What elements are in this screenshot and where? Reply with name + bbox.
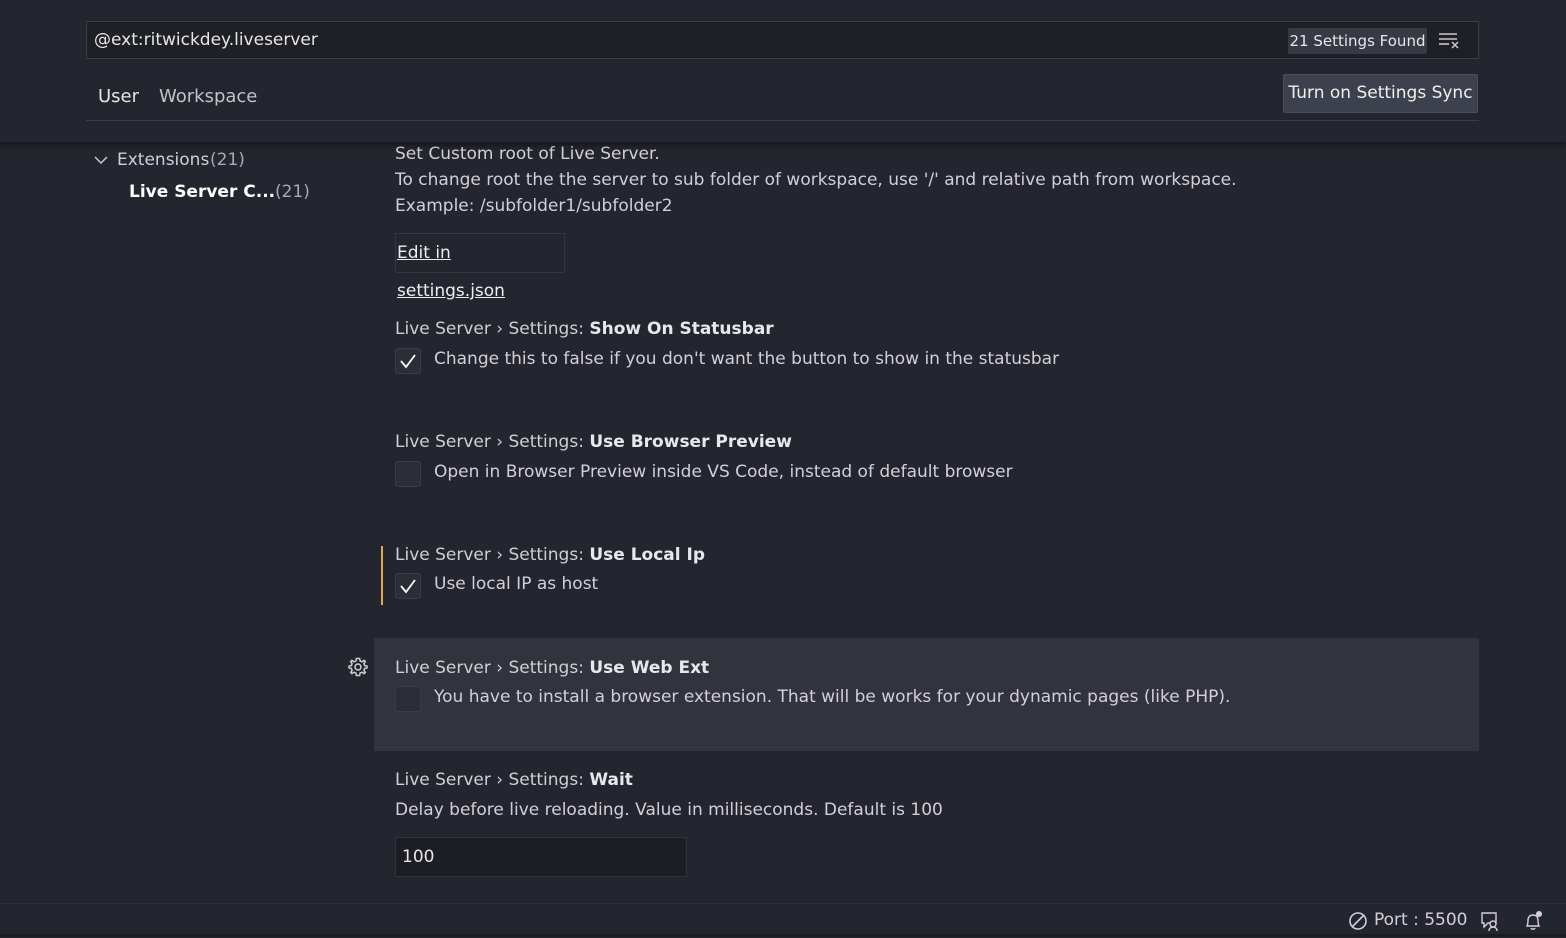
setting-category: Live Server › Settings: xyxy=(395,432,590,452)
setting-name: Show On Statusbar xyxy=(589,319,774,339)
wait-value-input[interactable] xyxy=(395,837,687,877)
setting-category: Live Server › Settings: xyxy=(395,545,590,565)
setting-name: Wait xyxy=(589,770,633,790)
clear-filter-icon[interactable] xyxy=(1437,30,1461,52)
setting-name: Use Local Ip xyxy=(589,545,706,565)
settings-search-input[interactable] xyxy=(87,22,1277,58)
tab-user[interactable]: User xyxy=(86,76,147,121)
use-local-ip-description: Use local IP as host xyxy=(434,574,599,594)
setting-category: Live Server › Settings: xyxy=(395,658,590,678)
setting-name: Use Web Ext xyxy=(589,658,710,678)
show-on-statusbar-checkbox[interactable] xyxy=(395,348,421,374)
root-setting-description-line: Set Custom root of Live Server. xyxy=(395,144,660,164)
circle-slash-icon xyxy=(1349,912,1367,930)
check-icon xyxy=(400,354,416,369)
toc-extensions-label: Extensions xyxy=(117,150,210,170)
bell-icon[interactable] xyxy=(1522,910,1544,932)
setting-name: Use Browser Preview xyxy=(589,432,792,452)
port-label: Port : 5500 xyxy=(1374,910,1468,930)
tab-workspace[interactable]: Workspace xyxy=(147,76,269,121)
setting-title-use-local-ip: Live Server › Settings: Use Local Ip xyxy=(395,545,705,565)
setting-category: Live Server › Settings: xyxy=(395,319,590,339)
modified-indicator xyxy=(381,546,383,605)
root-setting-description-line: To change root the the server to sub fol… xyxy=(395,170,1237,190)
use-web-ext-checkbox[interactable] xyxy=(395,686,421,712)
toc-extensions-count: (21) xyxy=(210,150,245,170)
show-on-statusbar-description: Change this to false if you don't want t… xyxy=(434,349,1060,369)
setting-title-use-web-ext: Live Server › Settings: Use Web Ext xyxy=(395,658,709,678)
settings-header: 21 Settings Found User Workspace Turn on… xyxy=(0,0,1566,142)
setting-title-use-browser-preview: Live Server › Settings: Use Browser Prev… xyxy=(395,432,792,452)
edit-in-settings-json-link[interactable]: Edit in settings.json xyxy=(395,233,565,301)
toc-live-server-label: Live Server C... xyxy=(129,182,276,202)
setting-title-show-on-statusbar: Live Server › Settings: Show On Statusba… xyxy=(395,319,774,339)
use-local-ip-checkbox[interactable] xyxy=(395,573,421,599)
status-bar: Port : 5500 xyxy=(0,903,1566,937)
use-web-ext-description: You have to install a browser extension.… xyxy=(434,687,1231,707)
tabs-divider xyxy=(86,120,1479,121)
results-count-badge: 21 Settings Found xyxy=(1288,28,1427,54)
wait-description: Delay before live reloading. Value in mi… xyxy=(395,800,943,820)
chevron-down-icon xyxy=(94,156,108,165)
use-browser-preview-description: Open in Browser Preview inside VS Code, … xyxy=(434,462,1013,482)
setting-category: Live Server › Settings: xyxy=(395,770,590,790)
use-browser-preview-checkbox[interactable] xyxy=(395,461,421,487)
setting-title-wait: Live Server › Settings: Wait xyxy=(395,770,633,790)
gear-icon[interactable] xyxy=(347,656,369,678)
settings-search-box: 21 Settings Found xyxy=(86,21,1479,59)
turn-on-settings-sync-button[interactable]: Turn on Settings Sync xyxy=(1283,74,1478,113)
feedback-icon[interactable] xyxy=(1479,910,1501,932)
toc-live-server-count: (21) xyxy=(275,182,310,202)
check-icon xyxy=(400,579,416,594)
root-setting-description-line: Example: /subfolder1/subfolder2 xyxy=(395,196,673,216)
